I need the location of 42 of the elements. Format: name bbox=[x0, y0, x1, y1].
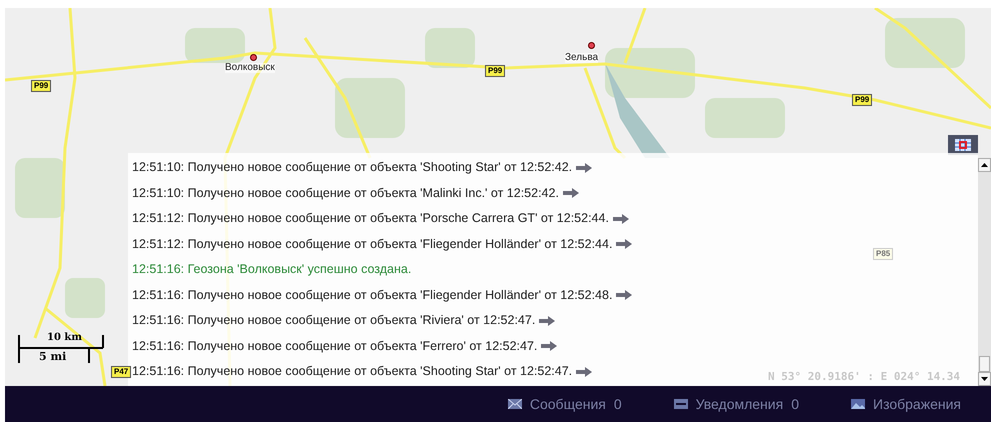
log-message: 12:51:10: Получено новое сообщение от объекта 'Shooting Star' от 12:52:42. bbox=[132, 159, 572, 176]
scroll-thumb[interactable] bbox=[979, 356, 990, 372]
notifications-tab[interactable]: Уведомления 0 bbox=[674, 394, 799, 414]
right-arrow-icon[interactable] bbox=[576, 162, 592, 173]
log-message: 12:51:10: Получено новое сообщение от объекта 'Malinki Inc.' от 12:52:42. bbox=[132, 184, 559, 202]
right-arrow-icon[interactable] bbox=[616, 290, 632, 300]
envelope-icon bbox=[508, 399, 522, 409]
city-label: Зельва bbox=[565, 53, 598, 63]
log-message: 12:51:12: Получено новое сообщение от объекта 'Fliegender Holländer' от 12:52:44. bbox=[132, 236, 612, 253]
map-toggle-button[interactable] bbox=[948, 135, 978, 155]
card-icon bbox=[674, 399, 688, 409]
log-message: 12:51:16: Получено новое сообщение от объекта 'Riviera' от 12:52:47. bbox=[132, 312, 536, 330]
scale-metric-label: 10 km bbox=[47, 333, 82, 343]
right-arrow-icon[interactable] bbox=[539, 316, 556, 326]
right-arrow-icon[interactable] bbox=[616, 239, 632, 250]
right-arrow-icon[interactable] bbox=[612, 214, 629, 224]
city-label: Волковыск bbox=[225, 63, 275, 73]
road-number-label: P99 bbox=[31, 80, 52, 92]
scrollbar[interactable] bbox=[978, 158, 991, 386]
right-arrow-icon[interactable] bbox=[541, 341, 558, 352]
log-message: 12:51:12: Получено новое сообщение от объекта 'Porsche Carrera GT' от 12:52:44. bbox=[132, 210, 609, 228]
right-arrow-icon[interactable] bbox=[576, 366, 592, 377]
road-number-label: P47 bbox=[111, 366, 132, 378]
road-number-label: P85 bbox=[873, 248, 894, 260]
messages-tab[interactable]: Сообщения 0 bbox=[508, 394, 622, 414]
grid-icon bbox=[955, 139, 971, 151]
picture-icon bbox=[851, 399, 865, 409]
log-message: 12:51:16: Получено новое сообщение от объекта 'Shooting Star' от 12:52:47. bbox=[132, 363, 572, 380]
scroll-down-button[interactable] bbox=[978, 372, 991, 386]
up-arrow-icon bbox=[981, 163, 988, 167]
images-tab[interactable]: Изображения bbox=[851, 394, 961, 414]
log-message: 12:51:16: Получено новое сообщение от объекта 'Fliegender Holländer' от 12:52:48. bbox=[132, 286, 612, 304]
right-arrow-icon[interactable] bbox=[562, 188, 579, 198]
log-message: 12:51:16: Получено новое сообщение от объекта 'Ferrero' от 12:52:47. bbox=[132, 338, 538, 355]
city-marker bbox=[250, 54, 257, 61]
log-message: 12:51:16: Геозона 'Волковыск' успешно создана. bbox=[132, 261, 412, 278]
scroll-up-button[interactable] bbox=[978, 158, 991, 172]
road-number-label: P99 bbox=[852, 94, 872, 106]
road-number-label: P99 bbox=[485, 65, 506, 77]
city-marker bbox=[588, 42, 595, 49]
scale-imperial-label: 5 mi bbox=[39, 351, 66, 362]
down-arrow-icon bbox=[981, 377, 988, 381]
